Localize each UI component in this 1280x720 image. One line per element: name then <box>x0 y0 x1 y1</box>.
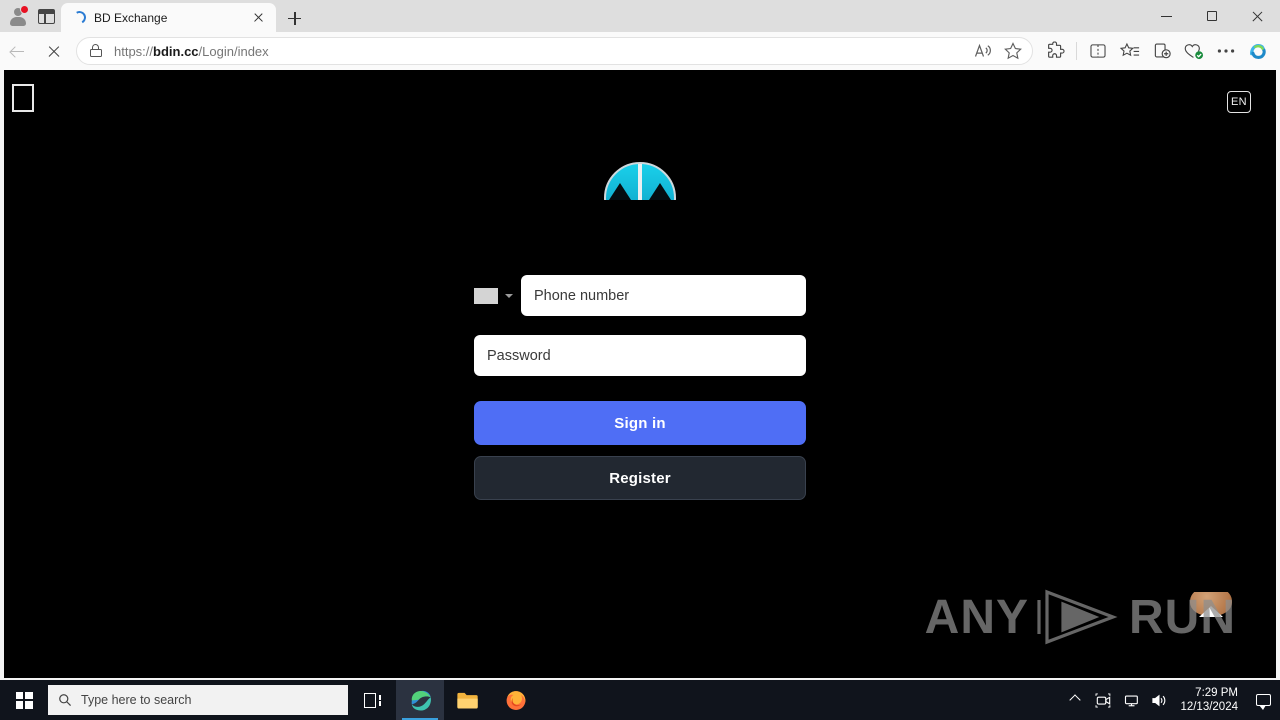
url-domain: bdin.cc <box>153 43 199 59</box>
maximize-restore-button[interactable] <box>1190 0 1235 32</box>
url-path: /Login/index <box>198 43 269 59</box>
stop-loading-button[interactable] <box>36 35 72 67</box>
back-button[interactable] <box>0 35 36 67</box>
minimize-button[interactable] <box>1145 0 1190 32</box>
split-screen-icon[interactable] <box>1082 35 1114 67</box>
register-button[interactable]: Register <box>474 456 806 500</box>
site-information-lock-icon[interactable] <box>89 44 102 58</box>
sign-in-button[interactable]: Sign in <box>474 401 806 445</box>
taskbar-search-placeholder: Type here to search <box>81 693 192 707</box>
add-favorite-star-icon[interactable] <box>998 37 1028 65</box>
notification-center-button[interactable] <box>1250 680 1276 720</box>
network-tray-icon[interactable] <box>1118 680 1144 720</box>
phone-row <box>474 275 806 316</box>
site-logo <box>4 162 1276 200</box>
anyrun-watermark: ANY RUN <box>925 586 1236 648</box>
clock-time: 7:29 PM <box>1195 687 1238 699</box>
taskbar-search-box[interactable]: Type here to search <box>48 685 348 715</box>
site-logo-graphic <box>604 162 676 200</box>
close-tab-icon[interactable] <box>248 8 268 28</box>
task-view-icon <box>363 692 381 708</box>
mozilla-firefox-icon <box>506 691 526 710</box>
search-icon <box>59 694 72 707</box>
toolbar-divider <box>1076 42 1077 60</box>
watermark-text-run: RUN <box>1129 590 1236 644</box>
start-button[interactable] <box>0 680 48 720</box>
browser-tab[interactable]: BD Exchange <box>61 3 276 32</box>
browser-toolbar: https://bdin.cc/Login/index <box>0 32 1280 70</box>
address-bar[interactable]: https://bdin.cc/Login/index <box>76 37 1033 65</box>
task-view-button[interactable] <box>348 680 396 720</box>
windows-logo-icon <box>15 691 33 709</box>
notification-bubble-icon <box>1255 694 1271 710</box>
tab-strip-left-controls <box>0 0 61 32</box>
speaker-icon <box>1152 694 1166 706</box>
web-page-content: EN Sign in Register <box>4 70 1276 678</box>
country-code-select[interactable] <box>474 287 521 304</box>
collections-add-icon[interactable] <box>1146 35 1178 67</box>
country-flag-icon <box>474 287 498 304</box>
taskbar-app-file-explorer[interactable] <box>444 680 492 720</box>
extensions-icon[interactable] <box>1039 35 1071 67</box>
file-explorer-icon <box>457 692 478 708</box>
clock-date: 12/13/2024 <box>1180 701 1238 713</box>
close-window-button[interactable] <box>1235 0 1280 32</box>
new-tab-button[interactable] <box>280 4 308 32</box>
language-switcher-button[interactable]: EN <box>1227 91 1251 113</box>
address-bar-url: https://bdin.cc/Login/index <box>114 44 269 59</box>
tab-title: BD Exchange <box>94 10 168 25</box>
window-controls <box>1145 0 1280 32</box>
taskbar-app-mozilla-firefox[interactable] <box>492 680 540 720</box>
tab-strip: BD Exchange <box>0 0 1280 32</box>
settings-and-more-icon[interactable] <box>1210 35 1242 67</box>
copilot-icon[interactable] <box>1242 35 1274 67</box>
watermark-text-any: ANY <box>924 590 1029 644</box>
network-icon <box>1124 694 1138 706</box>
phone-number-input[interactable] <box>521 275 806 316</box>
show-hidden-icons-button[interactable] <box>1062 680 1088 720</box>
anyrun-play-logo-icon <box>1037 589 1118 645</box>
system-tray: 7:29 PM 12/13/2024 <box>1062 680 1280 720</box>
profile-avatar-icon[interactable] <box>8 5 29 26</box>
toolbar-icons <box>1039 35 1280 67</box>
windows-taskbar: Type here to search 7:29 PM 12/13/2024 <box>0 680 1280 720</box>
webcam-icon <box>1095 692 1111 708</box>
chevron-down-icon <box>505 293 513 298</box>
browser-essentials-icon[interactable] <box>1178 35 1210 67</box>
page-logo-placeholder-icon[interactable] <box>12 84 34 112</box>
browser-window: BD Exchange https://bdin.cc/Login/index <box>0 0 1280 680</box>
volume-tray-icon[interactable] <box>1146 680 1172 720</box>
read-aloud-icon[interactable] <box>968 37 998 65</box>
camera-tray-icon[interactable] <box>1090 680 1116 720</box>
url-protocol: https:// <box>114 43 154 59</box>
taskbar-clock[interactable]: 7:29 PM 12/13/2024 <box>1174 680 1248 720</box>
collections-favorites-icon[interactable] <box>1114 35 1146 67</box>
taskbar-app-microsoft-edge[interactable] <box>396 680 444 720</box>
tab-loading-spinner-icon <box>71 9 88 26</box>
microsoft-edge-icon <box>411 690 431 710</box>
tab-actions-menu-icon[interactable] <box>38 8 55 24</box>
password-input[interactable] <box>474 335 806 376</box>
login-form: Sign in Register <box>4 275 1276 500</box>
